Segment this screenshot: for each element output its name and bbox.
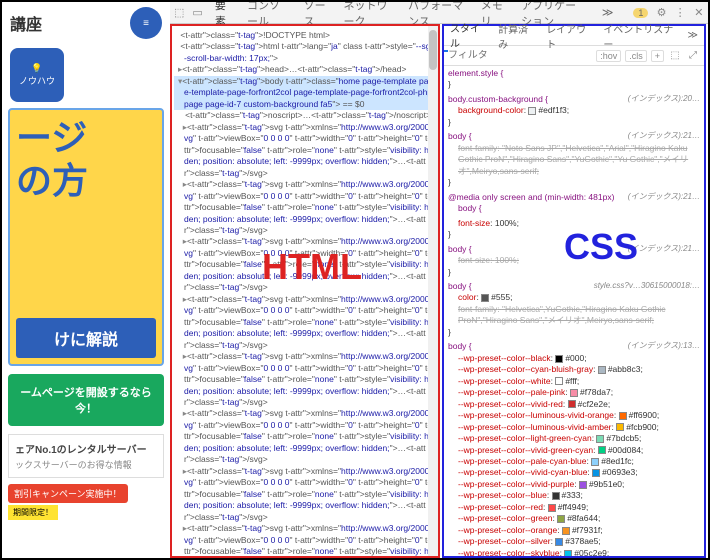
filter-input[interactable]: [448, 50, 592, 61]
lightbulb-icon: 💡: [31, 63, 42, 74]
code-line[interactable]: ▸<t-attr">class="t-tag">svg t-attr">xmln…: [174, 466, 436, 523]
styles-tabs: スタイル 計算済み レイアウト イベントリスナー ≫: [444, 26, 704, 46]
code-line[interactable]: <t-attr">class="t-tag">html t-attr">lang…: [174, 41, 436, 64]
hero-banner: ージ の方 けに解説: [8, 108, 164, 366]
tab-listeners[interactable]: イベントリスナー: [597, 21, 681, 51]
add-chip[interactable]: +: [651, 50, 664, 62]
elements-panel: <t-attr">class="t-tag">!DOCTYPE html> <t…: [170, 24, 440, 558]
tab-computed[interactable]: 計算済み: [492, 21, 540, 51]
pill-label: ノウハウ: [19, 74, 55, 87]
css-rule[interactable]: body {style.css?v…30615000018:…color: #5…: [448, 281, 700, 338]
code-line[interactable]: ▸<t-attr">class="t-tag">svg t-attr">xmln…: [174, 122, 436, 179]
scrollbar[interactable]: [428, 26, 438, 556]
code-line[interactable]: ▾<t-attr">class="t-tag">body t-attr">cla…: [174, 76, 436, 110]
tab-layout[interactable]: レイアウト: [540, 21, 597, 51]
code-line[interactable]: ▸<t-attr">class="t-tag">svg t-attr">xmln…: [174, 408, 436, 465]
page-header: 講座 ≡: [2, 2, 170, 44]
paint-icon[interactable]: ⬚: [668, 49, 682, 63]
scrollbar-thumb[interactable]: [429, 30, 437, 70]
css-rule[interactable]: element.style {}: [448, 68, 700, 91]
warn-badge[interactable]: 1: [633, 8, 648, 18]
tab-styles[interactable]: スタイル: [444, 20, 492, 52]
tab-more[interactable]: ≫: [682, 30, 704, 41]
code-line[interactable]: <t-attr">class="t-tag">!DOCTYPE html>: [174, 30, 436, 41]
css-rule[interactable]: font-size: 100%;}: [448, 218, 700, 241]
css-rule[interactable]: body {(インデックス):13…--wp-preset--color--bl…: [448, 341, 700, 556]
hero-button[interactable]: けに解説: [16, 318, 156, 358]
info-title: ェアNo.1のレンタルサーバー: [15, 441, 157, 456]
hov-chip[interactable]: :hov: [596, 50, 621, 62]
inspect-icon[interactable]: ⬚: [174, 6, 184, 20]
hero-text-2: の方: [16, 159, 156, 202]
styles-panel: スタイル 計算済み レイアウト イベントリスナー ≫ :hov .cls + ⬚…: [442, 24, 706, 558]
code-line[interactable]: ▸<t-attr">class="t-tag">head>…<t-attr">c…: [174, 64, 436, 75]
tabs-more[interactable]: ≫: [598, 6, 618, 19]
code-line[interactable]: <t-attr">class="t-tag">noscript>…<t-attr…: [174, 110, 436, 121]
cls-chip[interactable]: .cls: [625, 50, 647, 62]
css-rule[interactable]: body {(インデックス):21…font-size: 100%;}: [448, 244, 700, 278]
css-rule[interactable]: body {(インデックス):21…font-family: "Noto San…: [448, 131, 700, 188]
hamburger-menu-icon[interactable]: ≡: [130, 7, 162, 39]
campaign-badge-2: 期間限定！: [8, 505, 58, 520]
code-line[interactable]: ▸<t-attr">class="t-tag">svg t-attr">xmln…: [174, 294, 436, 351]
category-pill[interactable]: 💡 ノウハウ: [10, 48, 64, 102]
dom-tree[interactable]: <t-attr">class="t-tag">!DOCTYPE html> <t…: [172, 26, 438, 556]
code-line[interactable]: ▸<t-attr">class="t-tag">svg t-attr">xmln…: [174, 236, 436, 293]
css-rule[interactable]: body.custom-background {(インデックス):20…back…: [448, 94, 700, 128]
code-line[interactable]: ▸<t-attr">class="t-tag">svg t-attr">xmln…: [174, 179, 436, 236]
close-icon[interactable]: ✕: [694, 6, 704, 20]
device-icon[interactable]: ▭: [192, 6, 202, 20]
info-box: ェアNo.1のレンタルサーバー ックスサーバーのお得な情報: [8, 434, 164, 478]
cta-banner[interactable]: ームページを開設するなら今！: [8, 374, 164, 426]
code-line[interactable]: ▸<t-attr">class="t-tag">svg t-attr">xmln…: [174, 351, 436, 408]
page-preview: 講座 ≡ 💡 ノウハウ ージ の方 けに解説 ームページを開設するなら今！ ェア…: [2, 2, 170, 558]
css-rule[interactable]: @media only screen and (min-width: 481px…: [448, 192, 700, 215]
campaign-badge-1: 割引キャンペーン実施中！: [8, 484, 128, 503]
settings-icon[interactable]: ⚙: [656, 6, 666, 20]
hero-text-1: ージ: [16, 116, 156, 159]
pin-icon[interactable]: ⤢: [686, 49, 700, 63]
info-sub: ックスサーバーのお得な情報: [15, 458, 157, 471]
css-rules[interactable]: element.style {} body.custom-background {…: [444, 66, 704, 556]
code-line[interactable]: ▸<t-attr">class="t-tag">svg t-attr">xmln…: [174, 523, 436, 556]
more-icon[interactable]: ⋮: [675, 6, 686, 20]
page-title: 講座: [10, 11, 42, 35]
